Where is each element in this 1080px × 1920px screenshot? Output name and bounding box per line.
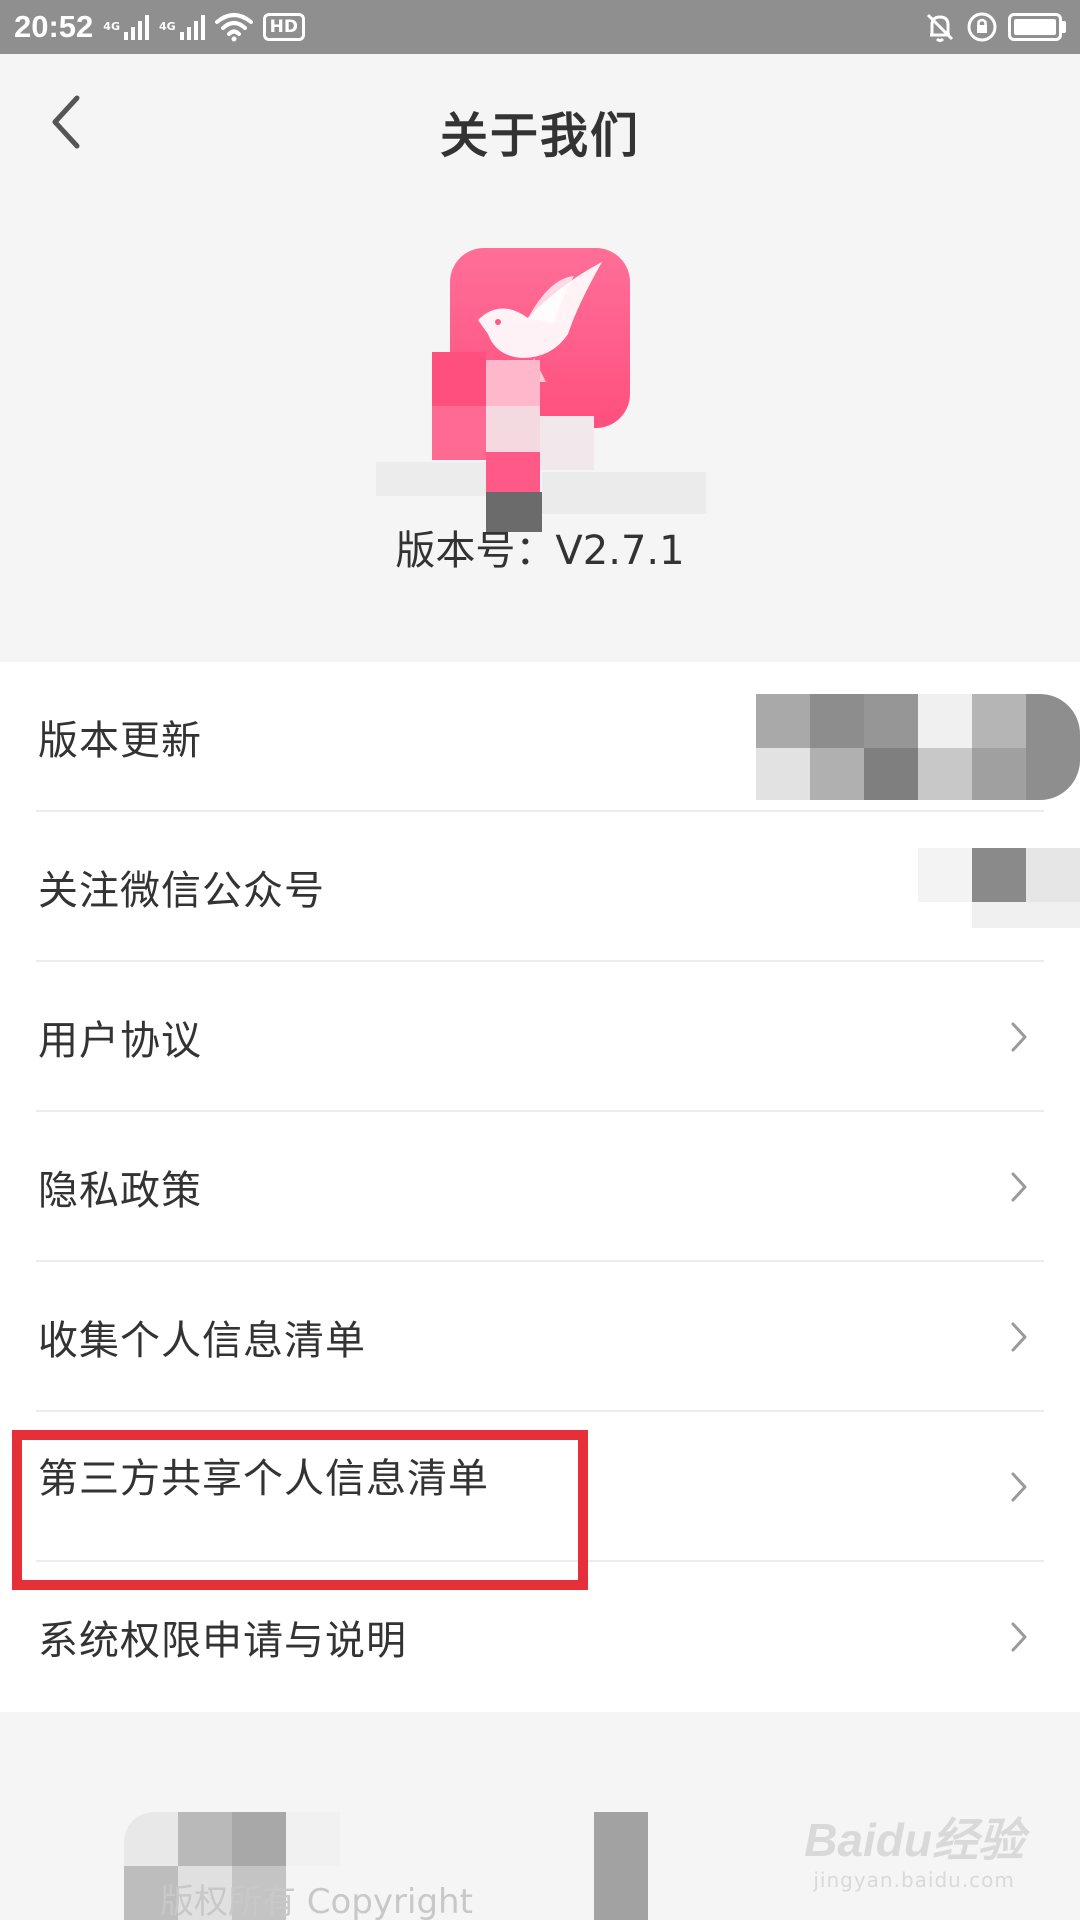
menu-item-label: 关注微信公众号	[38, 868, 325, 914]
watermark-logo: Baidu经验	[804, 1814, 1024, 1866]
menu-item-label: 用户协议	[38, 1018, 202, 1064]
copyright-text: 版权所有 Copyright	[160, 1882, 473, 1920]
highlight-annotation	[12, 1430, 588, 1590]
menu-item-label: 系统权限申请与说明	[38, 1618, 407, 1664]
signal-strength-icon	[123, 14, 149, 40]
network-type-label-1: 4G	[103, 20, 120, 33]
page-title: 关于我们	[439, 108, 640, 164]
header: 关于我们	[0, 54, 1080, 196]
blurred-value	[756, 694, 1080, 800]
status-time: 20:52	[14, 9, 94, 44]
menu-item-label: 收集个人信息清单	[38, 1318, 366, 1364]
wifi-icon	[214, 13, 253, 42]
menu-item-privacy-policy[interactable]: 隐私政策	[0, 1112, 1080, 1262]
menu-item-follow-wechat[interactable]: 关注微信公众号	[0, 812, 1080, 962]
battery-icon	[1008, 13, 1066, 41]
chevron-right-icon	[1011, 1472, 1027, 1502]
chevron-right-icon	[1011, 1622, 1027, 1652]
status-bar: 20:52 4G 4G HD	[0, 0, 1080, 54]
chevron-right-icon	[1011, 1172, 1027, 1202]
menu-item-user-agreement[interactable]: 用户协议	[0, 962, 1080, 1112]
footer: 版权所有 Copyright Baidu经验 jingyan.baidu.com	[0, 1712, 1080, 1920]
watermark-url: jingyan.baidu.com	[813, 1868, 1015, 1892]
blurred-region	[376, 352, 706, 532]
menu-item-label: 版本更新	[38, 718, 202, 764]
rotation-lock-icon	[967, 12, 997, 42]
chevron-right-icon	[1011, 1322, 1027, 1352]
hd-voice-icon: HD	[262, 13, 306, 41]
network-type-label-2: 4G	[158, 20, 176, 33]
version-label: 版本号：V2.7.1	[395, 528, 685, 574]
chevron-right-icon	[1011, 1022, 1027, 1052]
bell-muted-icon	[926, 13, 954, 42]
menu-item-label: 隐私政策	[38, 1168, 202, 1214]
menu-item-version-update[interactable]: 版本更新	[0, 662, 1080, 812]
menu-item-personal-info-list[interactable]: 收集个人信息清单	[0, 1262, 1080, 1412]
watermark: Baidu经验 jingyan.baidu.com	[804, 1804, 1024, 1892]
blurred-value	[918, 848, 1080, 928]
signal-strength-icon	[179, 14, 205, 40]
